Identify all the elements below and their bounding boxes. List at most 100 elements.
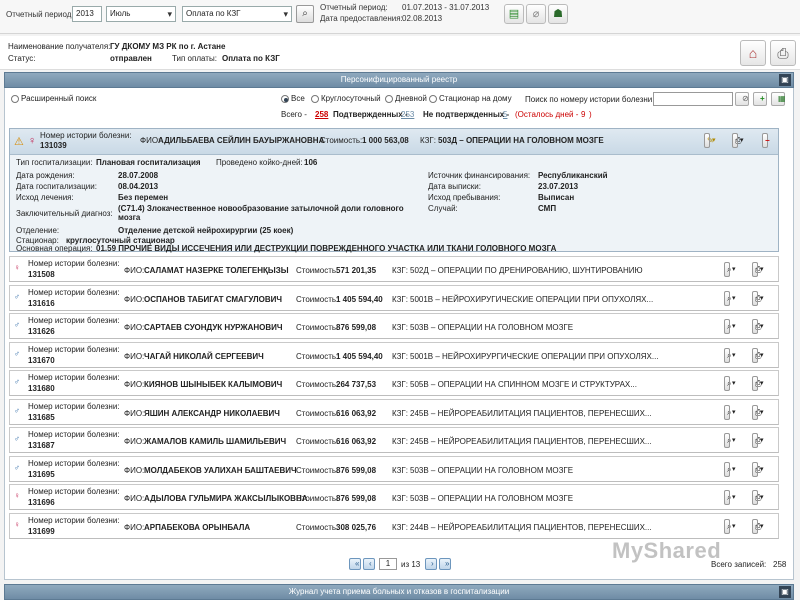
expanded-record[interactable]: ⚠ ♀ Номер истории болезни: 131039 ФИО: А…: [9, 128, 779, 253]
export-button[interactable]: ▦: [771, 92, 786, 106]
filter-day[interactable]: Дневной: [385, 94, 427, 103]
view-record-button[interactable]: ⌕ ▾: [724, 290, 736, 306]
record-row[interactable]: ♀ Номер истории болезни: 131699 ФИО: АРПАБЕК…: [9, 512, 779, 539]
home-button[interactable]: ⌂: [740, 40, 766, 66]
print-record-button[interactable]: ⎙ ▾: [752, 490, 764, 505]
filter-all[interactable]: Все: [281, 94, 305, 103]
month-select[interactable]: Июль: [106, 6, 176, 22]
print-record-button[interactable]: ⎙ ▾: [752, 319, 764, 334]
top-toolbar: Отчетный период: 2013 Июль Оплата по КЗГ…: [0, 0, 800, 34]
row-history-label: Номер истории болезни:: [28, 515, 120, 525]
print-record-button[interactable]: ⎙ ▾: [752, 433, 764, 448]
record-row[interactable]: ♀ Номер истории болезни: 131696 ФИО: АДЫЛОВА…: [9, 484, 779, 510]
last-page-icon: »: [445, 559, 450, 568]
total-value[interactable]: 258: [315, 110, 328, 119]
row-kzg-value: 503В – ОПЕРАЦИИ НА ГОЛОВНОМ МОЗГЕ: [410, 323, 574, 332]
search-button[interactable]: ⌕: [296, 5, 314, 23]
user-button[interactable]: ☗: [548, 4, 568, 24]
attach-button[interactable]: ⌀: [526, 4, 546, 24]
payment-label: Тип оплаты:: [172, 54, 217, 63]
days-left-label: (Осталось дней -: [515, 110, 579, 119]
journal-panel-header[interactable]: Журнал учета приема больных и отказов в …: [4, 584, 794, 600]
row-cost-value: 876 599,08: [336, 465, 377, 475]
row-history-value: 131687: [28, 441, 55, 450]
clear-search-button[interactable]: ⊘: [735, 92, 749, 106]
row-kzg-label: КЗГ:: [392, 266, 408, 275]
view-record-button[interactable]: ⌕ ▾: [724, 404, 736, 420]
minus-icon: −: [765, 136, 770, 145]
print-record-button[interactable]: ⎙ ▾: [752, 461, 764, 477]
male-icon: ♂: [14, 434, 20, 443]
male-icon: ♂: [14, 462, 20, 472]
print-record-button[interactable]: ⎙ ▾: [752, 376, 764, 391]
record-row[interactable]: ♂ Номер истории болезни: 131670 ФИО: ЧАГАЙ Н…: [9, 341, 779, 368]
print-record-button[interactable]: ⎙ ▾: [732, 133, 744, 148]
view-record-button[interactable]: ⌕ ▾: [724, 461, 736, 477]
row-kzg-value: 503В – ОПЕРАЦИИ НА ГОЛОВНОМ МОЗГЕ: [410, 494, 574, 503]
filter-home[interactable]: Стационар на дому: [429, 94, 512, 103]
row-kzg-label: КЗГ:: [392, 323, 408, 332]
expand-journal-button[interactable]: ▣: [779, 586, 791, 598]
chevron-down-icon: ▾: [757, 434, 764, 447]
record-row[interactable]: ♀ Номер истории болезни: 131508 ФИО: САЛАМАТ…: [9, 256, 779, 282]
row-kzg-value: 505В – ОПЕРАЦИИ НА СПИННОМ МОЗГЕ И СТРУК…: [410, 380, 637, 389]
record-row[interactable]: ♂ Номер истории болезни: 131695 ФИО: МОЛДАБЕ…: [9, 455, 779, 482]
print-record-button[interactable]: ⎙ ▾: [752, 262, 764, 277]
record-row[interactable]: ♂ Номер истории болезни: 131685 ФИО: ЯШИН АЛ…: [9, 398, 779, 425]
view-record-button[interactable]: ⌕ ▾: [724, 518, 736, 534]
watermark-logo: MyShared: [612, 538, 721, 564]
row-history-label: Номер истории болезни:: [28, 430, 120, 439]
filter-round-the-clock[interactable]: Круглосуточный: [311, 94, 381, 103]
edit-record-button[interactable]: ✎ ▾: [704, 133, 716, 148]
row-fio-value: ЖАМАЛОВ КАМИЛЬ ШАМИЛЬЕВИЧ: [144, 437, 287, 446]
row-history-value: 131626: [28, 327, 55, 336]
confirmed-value[interactable]: 253: [401, 110, 414, 119]
chevron-down-icon: ▾: [729, 377, 736, 390]
year-field[interactable]: 2013: [72, 6, 102, 22]
money-button[interactable]: ▤: [504, 4, 524, 24]
row-history-value: 131508: [28, 270, 55, 279]
record-row[interactable]: ♂ Номер истории болезни: 131616 ФИО: ОСПАНОВ…: [9, 284, 779, 311]
add-record-button[interactable]: +: [753, 92, 767, 106]
print-record-button[interactable]: ⎙ ▾: [752, 347, 764, 363]
delete-record-button[interactable]: −: [762, 133, 770, 148]
first-page-button[interactable]: «: [349, 558, 361, 570]
record-row[interactable]: ♂ Номер истории болезни: 131680 ФИО: КИЯНОВ …: [9, 370, 779, 396]
collapse-registry-button[interactable]: ▣: [779, 74, 791, 86]
user-icon: ☗: [553, 8, 563, 20]
view-record-button[interactable]: ⌕ ▾: [724, 347, 736, 363]
row-history-value: 131699: [28, 526, 55, 536]
unconfirmed-value[interactable]: 5: [503, 110, 507, 119]
radio-all: [281, 94, 289, 103]
page-input[interactable]: 1: [379, 558, 397, 570]
journal-title: Журнал учета приема больных и отказов в …: [288, 587, 510, 596]
view-record-button[interactable]: ⌕ ▾: [724, 319, 736, 334]
print-record-button[interactable]: ⎙ ▾: [752, 518, 764, 534]
warning-icon: ⚠: [14, 136, 24, 148]
advanced-search-toggle[interactable]: Расширенный поиск: [11, 94, 96, 103]
discharge-value: 23.07.2013: [538, 182, 579, 191]
view-record-button[interactable]: ⌕ ▾: [724, 433, 736, 448]
row-fio-value: КИЯНОВ ШЫНЫБЕК КАЛЫМОВИЧ: [144, 380, 283, 389]
view-record-button[interactable]: ⌕ ▾: [724, 376, 736, 391]
row-history-value: 131695: [28, 469, 55, 479]
confirmed-label: Подтвержденных -: [333, 110, 408, 119]
record-row[interactable]: ♂ Номер истории болезни: 131626 ФИО: САРТАЕВ…: [9, 313, 779, 339]
print-record-button[interactable]: ⎙ ▾: [752, 404, 764, 420]
row-kzg-value: 245В – НЕЙРОРЕАБИЛИТАЦИЯ ПАЦИЕНТОВ, ПЕРЕ…: [410, 437, 652, 446]
print-button[interactable]: ⎙: [770, 40, 796, 66]
view-record-button[interactable]: ⌕ ▾: [724, 490, 736, 505]
view-record-button[interactable]: ⌕ ▾: [724, 262, 736, 277]
print-record-button[interactable]: ⎙ ▾: [752, 290, 764, 306]
recipient-info: Наименование получателя: ГУ ДКОМУ МЗ РК …: [0, 36, 800, 70]
history-search-input[interactable]: [653, 92, 733, 106]
prev-page-button[interactable]: ‹: [363, 558, 375, 570]
last-page-button[interactable]: »: [439, 558, 451, 570]
chevron-down-icon: ▾: [757, 291, 764, 305]
row-cost-label: Стоимость:: [296, 494, 339, 503]
row-cost-value: 616 063,92: [336, 408, 377, 418]
next-page-button[interactable]: ›: [425, 558, 437, 570]
payment-type-select[interactable]: Оплата по КЗГ: [182, 6, 292, 22]
spreadsheet-icon: ▦: [778, 94, 786, 103]
record-row[interactable]: ♂ Номер истории болезни: 131687 ФИО: ЖАМАЛОВ…: [9, 427, 779, 453]
